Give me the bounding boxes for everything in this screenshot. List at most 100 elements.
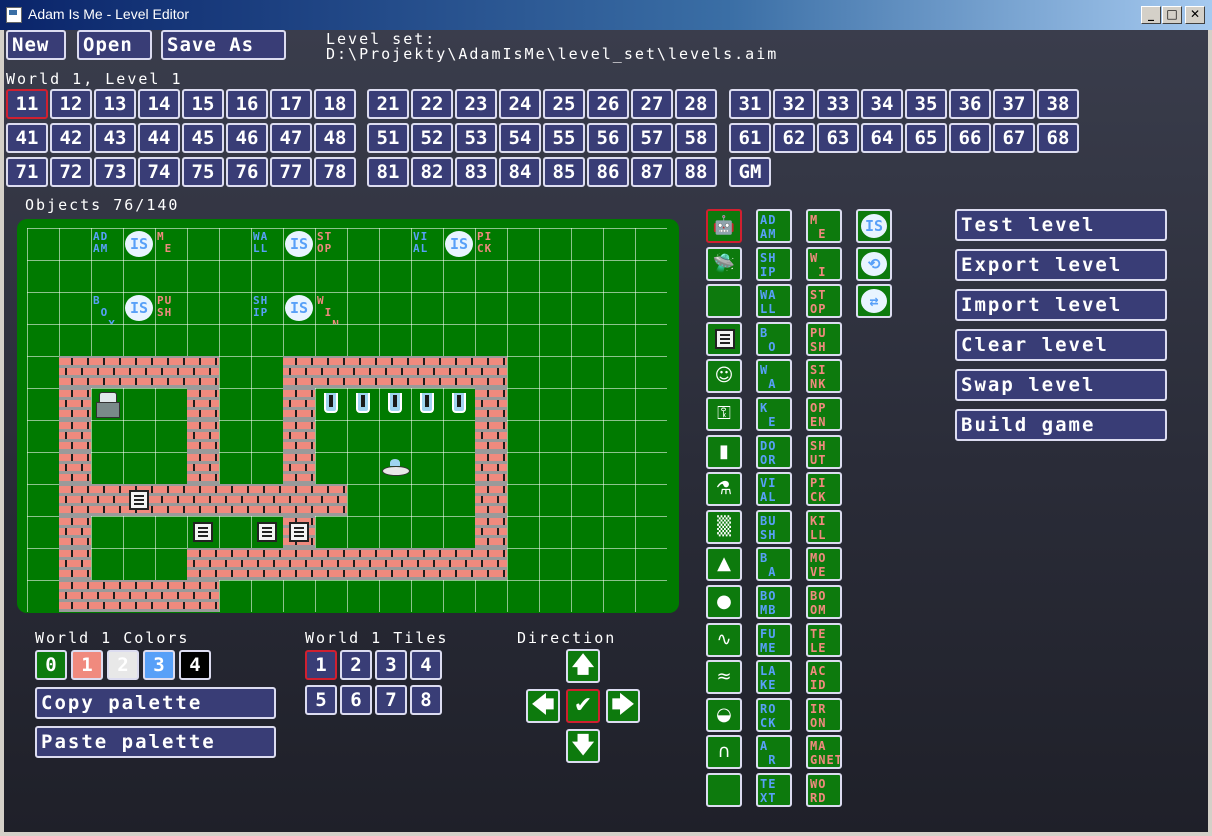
palette-property-1[interactable]: W I N [806, 247, 842, 281]
palette-object-13[interactable]: ◒ [706, 698, 742, 732]
level-button-27[interactable]: 27 [631, 89, 673, 119]
palette-noun-14[interactable]: A R C [756, 735, 792, 769]
level-button-56[interactable]: 56 [587, 123, 629, 153]
level-button-31[interactable]: 31 [729, 89, 771, 119]
palette-property-2[interactable]: ST OP [806, 284, 842, 318]
palette-noun-9[interactable]: B A T [756, 547, 792, 581]
palette-object-3[interactable] [706, 322, 742, 356]
palette-object-5[interactable]: ⚿ [706, 397, 742, 431]
swap-level-button[interactable]: Swap level [955, 369, 1167, 401]
direction-up-button[interactable]: 🡅 [566, 649, 600, 683]
level-button-57[interactable]: 57 [631, 123, 673, 153]
open-button[interactable]: Open [77, 30, 152, 60]
level-button-53[interactable]: 53 [455, 123, 497, 153]
test-level-button[interactable]: Test level [955, 209, 1167, 241]
close-button[interactable]: ✕ [1185, 6, 1205, 24]
level-button-67[interactable]: 67 [993, 123, 1035, 153]
level-button-83[interactable]: 83 [455, 157, 497, 187]
palette-object-11[interactable]: ∿ [706, 623, 742, 657]
palette-object-10[interactable]: ● [706, 585, 742, 619]
level-button-61[interactable]: 61 [729, 123, 771, 153]
palette-noun-3[interactable]: B O X [756, 322, 792, 356]
palette-noun-5[interactable]: K E Y [756, 397, 792, 431]
level-button-86[interactable]: 86 [587, 157, 629, 187]
level-button-84[interactable]: 84 [499, 157, 541, 187]
level-button-72[interactable]: 72 [50, 157, 92, 187]
palette-object-6[interactable]: ▮ [706, 435, 742, 469]
level-button-12[interactable]: 12 [50, 89, 92, 119]
level-button-33[interactable]: 33 [817, 89, 859, 119]
level-button-51[interactable]: 51 [367, 123, 409, 153]
level-button-21[interactable]: 21 [367, 89, 409, 119]
level-button-46[interactable]: 46 [226, 123, 268, 153]
palette-object-8[interactable]: ▒ [706, 510, 742, 544]
color-swatch-3[interactable]: 3 [143, 650, 175, 680]
wall-icon[interactable] [706, 284, 742, 318]
build-game-button[interactable]: Build game [955, 409, 1167, 441]
level-button-36[interactable]: 36 [949, 89, 991, 119]
palette-property-5[interactable]: OP EN [806, 397, 842, 431]
tile-button-7[interactable]: 7 [375, 685, 407, 715]
color-swatch-2[interactable]: 2 [107, 650, 139, 680]
level-button-24[interactable]: 24 [499, 89, 541, 119]
paste-palette-button[interactable]: Paste palette [35, 726, 276, 758]
level-button-13[interactable]: 13 [94, 89, 136, 119]
level-button-52[interactable]: 52 [411, 123, 453, 153]
level-button-GM[interactable]: GM [729, 157, 771, 187]
level-button-82[interactable]: 82 [411, 157, 453, 187]
level-button-64[interactable]: 64 [861, 123, 903, 153]
level-button-47[interactable]: 47 [270, 123, 312, 153]
level-button-45[interactable]: 45 [182, 123, 224, 153]
level-button-26[interactable]: 26 [587, 89, 629, 119]
palette-object-9[interactable]: ▲ [706, 547, 742, 581]
level-button-17[interactable]: 17 [270, 89, 312, 119]
level-button-77[interactable]: 77 [270, 157, 312, 187]
level-grid[interactable]: AD AMISM EWA LLISST OPVI ALISPI CKB O XI… [27, 228, 667, 612]
export-level-button[interactable]: Export level [955, 249, 1167, 281]
level-button-35[interactable]: 35 [905, 89, 947, 119]
level-button-15[interactable]: 15 [182, 89, 224, 119]
level-button-58[interactable]: 58 [675, 123, 717, 153]
palette-object-0[interactable]: 🤖 [706, 209, 742, 243]
level-button-37[interactable]: 37 [993, 89, 1035, 119]
palette-noun-2[interactable]: WA LL [756, 284, 792, 318]
palette-object-12[interactable]: ≈ [706, 660, 742, 694]
palette-noun-1[interactable]: SH IP [756, 247, 792, 281]
level-button-48[interactable]: 48 [314, 123, 356, 153]
palette-property-11[interactable]: TE LE [806, 623, 842, 657]
level-button-81[interactable]: 81 [367, 157, 409, 187]
direction-none-button[interactable]: ✔ [566, 689, 600, 723]
palette-noun-10[interactable]: BO MB [756, 585, 792, 619]
level-button-32[interactable]: 32 [773, 89, 815, 119]
tile-button-6[interactable]: 6 [340, 685, 372, 715]
level-button-62[interactable]: 62 [773, 123, 815, 153]
palette-property-6[interactable]: SH UT [806, 435, 842, 469]
level-button-68[interactable]: 68 [1037, 123, 1079, 153]
tile-button-3[interactable]: 3 [375, 650, 407, 680]
palette-noun-11[interactable]: FU ME [756, 623, 792, 657]
level-button-28[interactable]: 28 [675, 89, 717, 119]
tile-button-2[interactable]: 2 [340, 650, 372, 680]
level-button-43[interactable]: 43 [94, 123, 136, 153]
level-button-23[interactable]: 23 [455, 89, 497, 119]
level-button-11[interactable]: 11 [6, 89, 48, 119]
tile-button-5[interactable]: 5 [305, 685, 337, 715]
level-button-42[interactable]: 42 [50, 123, 92, 153]
palette-noun-0[interactable]: AD AM [756, 209, 792, 243]
palette-property-3[interactable]: PU SH [806, 322, 842, 356]
copy-palette-button[interactable]: Copy palette [35, 687, 276, 719]
palette-noun-4[interactable]: W A D [756, 359, 792, 393]
level-button-73[interactable]: 73 [94, 157, 136, 187]
level-button-18[interactable]: 18 [314, 89, 356, 119]
level-button-41[interactable]: 41 [6, 123, 48, 153]
new-button[interactable]: New [6, 30, 66, 60]
color-swatch-4[interactable]: 4 [179, 650, 211, 680]
palette-property-10[interactable]: BO OM [806, 585, 842, 619]
palette-noun-8[interactable]: BU SH [756, 510, 792, 544]
level-button-44[interactable]: 44 [138, 123, 180, 153]
clear-level-button[interactable]: Clear level [955, 329, 1167, 361]
level-button-75[interactable]: 75 [182, 157, 224, 187]
maximize-button[interactable]: □ [1162, 6, 1182, 24]
level-button-34[interactable]: 34 [861, 89, 903, 119]
import-level-button[interactable]: Import level [955, 289, 1167, 321]
